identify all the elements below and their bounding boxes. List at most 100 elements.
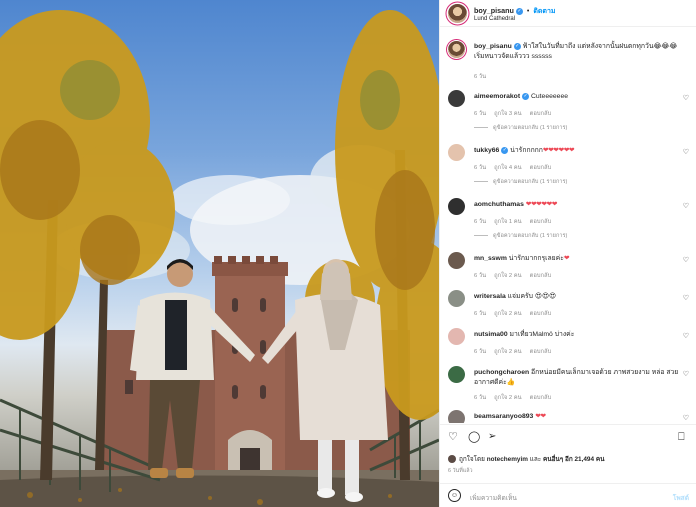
add-comment-input[interactable]: เพิ่มความคิดเห็น [470,492,517,503]
liked-by-avatar[interactable] [448,455,456,464]
comment-text: Cuteeeeeee [530,93,569,100]
commenter-username[interactable]: writersala [474,293,506,300]
comment-age: 6 วัน [474,165,487,171]
commenter-avatar[interactable] [448,410,465,423]
comment-text: แจ่มครับ 😍😍😍 [507,293,557,300]
like-comment-heart-icon[interactable]: ♡ [683,294,689,302]
comment-body: mn_sswm น่ารักมากกรุเลยค่ะ❤ [474,254,679,264]
comment-icon[interactable]: ◯ [468,431,480,443]
comment-text: น่ารักกกกก [510,147,543,154]
caption-age: 6 วัน [474,74,487,80]
heart-outline-icon[interactable]: ♡ [448,431,458,443]
commenter-username[interactable]: mn_sswm [474,255,507,262]
comment-age: 6 วัน [474,349,487,355]
reply-button[interactable]: ตอบกลับ [530,311,552,317]
comment-like-count[interactable]: ถูกใจ 4 คน [494,165,522,171]
comment-like-count[interactable]: ถูกใจ 2 คน [494,311,522,317]
comment-item: puchongcharoen อีกหน่อยมีคนเล็กมาเจอด้วย… [440,364,696,406]
comment-item: tukky66 ✓ น่ารักกกกก❤❤❤❤❤❤ ♡ 6 วัน ถูกใจ 4… [440,142,696,190]
comment-item: aimeemorakot ✓ Cuteeeeeee ♡ 6 วัน ถูกใจ 3 … [440,88,696,136]
view-replies-label: ดูข้อความตอบกลับ (1 รายการ) [493,233,568,239]
liked-by-user[interactable]: notechemyim [487,456,528,463]
comment-hearts: ❤❤❤❤❤❤ [525,201,558,208]
comments-list[interactable]: boy_pisanu ✓ ฟ้าใสในวันที่มาถึง แต่หลังจา… [440,28,696,423]
bookmark-icon[interactable]: ⎕ [678,431,685,443]
view-replies-link[interactable]: ดูข้อความตอบกลับ (1 รายการ) [474,178,567,186]
post-photo[interactable] [0,0,439,507]
share-icon[interactable]: ➢ [488,431,496,443]
comment-age: 6 วัน [474,311,487,317]
liked-by-and: และ [529,456,542,463]
commenter-avatar[interactable] [448,366,465,383]
like-comment-heart-icon[interactable]: ♡ [683,256,689,264]
post-side-panel: boy_pisanu ✓ • ติดตาม Lund Cathedral boy_… [439,0,696,507]
like-comment-heart-icon[interactable]: ♡ [683,414,689,422]
commenter-avatar[interactable] [448,198,465,215]
commenter-avatar[interactable] [448,290,465,307]
reply-button[interactable]: ตอบกลับ [530,111,552,117]
add-comment-bar: ☺ เพิ่มความคิดเห็น โพสต์ [440,483,696,507]
comment-hearts: ❤❤ [535,413,546,420]
commenter-avatar[interactable] [448,90,465,107]
liked-by-line: ถูกใจโดย notechemyim และ คนอื่นๆ อีก 21,… [448,454,604,464]
view-replies-link[interactable]: ดูข้อความตอบกลับ (1 รายการ) [474,124,567,132]
liked-by-others[interactable]: คนอื่นๆ อีก 21,494 คน [543,456,605,463]
caption-username[interactable]: boy_pisanu [474,43,512,50]
comment-age: 6 วัน [474,273,487,279]
comment-body: beamsaranyoo893 ❤❤ [474,412,679,422]
commenter-avatar[interactable] [448,144,465,161]
comment-like-count[interactable]: ถูกใจ 2 คน [494,395,522,401]
comment-age: 6 วัน [474,111,487,117]
comment-hearts: ❤❤❤❤❤❤ [542,147,575,154]
like-comment-heart-icon[interactable]: ♡ [683,94,689,102]
view-replies-link[interactable]: ดูข้อความตอบกลับ (1 รายการ) [474,232,567,240]
reply-button[interactable]: ตอบกลับ [530,349,552,355]
location-link[interactable]: Lund Cathedral [474,16,515,22]
like-comment-heart-icon[interactable]: ♡ [683,370,689,378]
action-icons: ♡ ◯ ➢ ⎕ [448,431,688,445]
owner-avatar[interactable] [448,4,467,23]
reply-button[interactable]: ตอบกลับ [530,273,552,279]
comment-like-count[interactable]: ถูกใจ 2 คน [494,349,522,355]
caption-item: boy_pisanu ✓ ฟ้าใสในวันที่มาถึง แต่หลังจา… [440,41,696,83]
comment-meta: 6 วัน ถูกใจ 4 คน ตอบกลับ [474,162,559,172]
like-comment-heart-icon[interactable]: ♡ [683,332,689,340]
emoji-icon[interactable]: ☺ [448,489,461,502]
comment-body: nutsima00 มาเที่ยวMalmö บ่างค่ะ [474,330,679,340]
commenter-username[interactable]: beamsaranyoo893 [474,413,533,420]
commenter-avatar[interactable] [448,252,465,269]
comment-like-count[interactable]: ถูกใจ 3 คน [494,111,522,117]
like-comment-heart-icon[interactable]: ♡ [683,202,689,210]
comment-like-count[interactable]: ถูกใจ 1 คน [494,219,522,225]
commenter-username[interactable]: tukky66 [474,147,499,154]
comment-meta: 6 วัน ถูกใจ 2 คน ตอบกลับ [474,308,559,318]
photo-illustration [0,10,439,507]
commenter-username[interactable]: aomchuthamas [474,201,524,208]
comment-body: tukky66 ✓ น่ารักกกกก❤❤❤❤❤❤ [474,146,679,156]
commenter-username[interactable]: nutsima00 [474,331,508,338]
post-age: 6 วันที่แล้ว [448,468,473,474]
commenter-avatar[interactable] [448,328,465,345]
comment-text: น่ารักมากกรุเลยค่ะ [508,255,564,262]
post-actions: ♡ ◯ ➢ ⎕ ถูกใจโดย notechemyim และ คนอื่นๆ… [440,424,696,507]
reply-button[interactable]: ตอบกลับ [530,219,552,225]
caption-avatar[interactable] [448,41,465,58]
reply-button[interactable]: ตอบกลับ [530,165,552,171]
comment-like-count[interactable]: ถูกใจ 2 คน [494,273,522,279]
commenter-username[interactable]: puchongcharoen [474,369,529,376]
verified-badge-icon: ✓ [501,146,509,154]
comment-meta: 6 วัน ถูกใจ 2 คน ตอบกลับ [474,346,559,356]
follow-button[interactable]: ติดตาม [533,8,555,15]
post-comment-button[interactable]: โพสต์ [673,492,689,503]
comment-item: aomchuthamas ❤❤❤❤❤❤ ♡ 6 วัน ถูกใจ 1 คน ตอบ… [440,196,696,244]
reply-button[interactable]: ตอบกลับ [530,395,552,401]
like-comment-heart-icon[interactable]: ♡ [683,148,689,156]
comment-item: nutsima00 มาเที่ยวMalmö บ่างค่ะ ♡ 6 วัน ถ… [440,326,696,358]
liked-by-prefix: ถูกใจโดย [459,456,485,463]
owner-username[interactable]: boy_pisanu [474,6,514,15]
comment-age: 6 วัน [474,395,487,401]
comment-meta: 6 วัน ถูกใจ 1 คน ตอบกลับ [474,216,559,226]
comment-item: beamsaranyoo893 ❤❤ ♡ [440,408,696,423]
verified-badge-icon: ✓ [515,7,523,15]
commenter-username[interactable]: aimeemorakot [474,93,520,100]
